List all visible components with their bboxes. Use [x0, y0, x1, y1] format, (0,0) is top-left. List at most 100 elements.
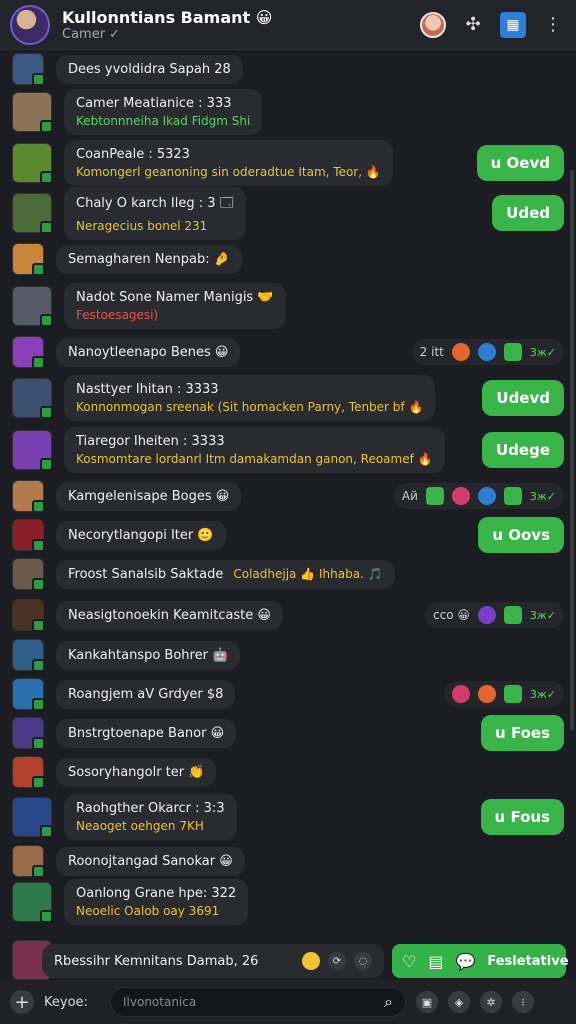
reaction-icon[interactable] — [503, 343, 522, 361]
avatar[interactable] — [12, 243, 45, 276]
avatar[interactable] — [12, 717, 45, 750]
chat-bubble-icon[interactable]: 💬 — [455, 952, 475, 971]
reaction-icon[interactable] — [477, 685, 496, 703]
reply-button[interactable]: u Oevd — [476, 145, 564, 181]
message-row[interactable]: Nanoytleenapo Benes 😀 2 itt 3ж✓ — [0, 332, 576, 372]
message-row[interactable]: Sosoryhangolr ter 👏 — [0, 752, 576, 792]
message-row[interactable]: Camer Meatianice : 333 Kebtonnneiha Ikad … — [0, 86, 576, 138]
message-row[interactable]: Tiaregor Iheiten : 3333 Kosmomtare lordan… — [0, 424, 576, 476]
message-row[interactable]: Oanlong Grane hpe: 322 Neoelic Oalob oay … — [0, 879, 576, 925]
reaction-icon[interactable] — [451, 685, 470, 703]
reaction-bar[interactable]: cco 😀 3ж✓ — [425, 602, 564, 628]
reply-button[interactable]: u Foes — [481, 715, 564, 751]
more-icon[interactable]: ⁝ — [512, 991, 534, 1013]
reply-button[interactable]: Udevd — [482, 380, 564, 416]
puzzle-icon[interactable]: ✣ — [460, 12, 486, 38]
reply-button[interactable]: Udege — [481, 432, 564, 468]
message-row[interactable]: Roonojtangad Sanokar 😀 — [0, 842, 576, 880]
message-row[interactable]: Kankahtanspo Bohrer 🤖 — [0, 636, 576, 674]
reaction-icon[interactable] — [477, 487, 496, 505]
shield-icon[interactable]: ◈ — [448, 991, 470, 1013]
reaction-icon[interactable] — [451, 343, 470, 361]
avatar[interactable] — [12, 519, 45, 552]
status-badge — [40, 314, 53, 327]
avatar[interactable] — [12, 845, 45, 878]
message-row[interactable]: Froost Sanalsib Saktade Coladhejja 👍 Ihha… — [0, 554, 576, 594]
avatar[interactable] — [12, 53, 45, 86]
message-input[interactable] — [123, 995, 353, 1009]
scrollbar[interactable] — [570, 170, 574, 730]
avatar[interactable] — [12, 480, 45, 513]
message-row[interactable]: Dees yvoldidra Sapah 28 — [0, 52, 576, 86]
avatar[interactable] — [12, 286, 53, 327]
message-row[interactable]: Roangjem aV Grdyer $8 3ж✓ — [0, 674, 576, 714]
action-panel[interactable]: ♡ ▤ 💬 Fesletative — [392, 944, 569, 978]
message-row[interactable]: Nadot Sone Namer Manigis 🤝 Festoesagesi) — [0, 280, 576, 332]
status-badge — [32, 737, 45, 750]
message-list[interactable]: Dees yvoldidra Sapah 28 Camer Meatianice … — [0, 52, 576, 942]
profile-picture-icon[interactable] — [420, 11, 446, 38]
message-bubble: Bnstrgtoenape Banor 😀 — [56, 718, 237, 748]
reaction-bar[interactable]: Ай 3ж✓ — [393, 483, 564, 509]
settings-icon[interactable]: ✲ — [480, 991, 502, 1013]
sender-name: Froost Sanalsib Saktade — [68, 566, 224, 582]
reply-button[interactable]: u Fous — [480, 799, 564, 835]
message-row[interactable]: Bnstrgtoenape Banor 😀 u Foes — [0, 714, 576, 752]
sender-name: Nasttyer Ihitan : 3333 — [76, 382, 219, 397]
message-text: Coladhejja 👍 Ihhaba. 🎵 — [233, 567, 383, 581]
reaction-icon[interactable] — [477, 606, 496, 624]
avatar[interactable] — [12, 639, 45, 672]
group-avatar[interactable] — [10, 4, 50, 45]
reply-button[interactable]: u Oovs — [478, 517, 564, 553]
message-bubble: Oanlong Grane hpe: 322 Neoelic Oalob oay … — [64, 879, 249, 925]
emoji-icon[interactable] — [302, 952, 320, 970]
more-vertical-icon[interactable]: ⋮ — [540, 12, 566, 38]
avatar[interactable] — [12, 558, 45, 591]
message-row[interactable]: Semagharen Nenpab: 🤌 — [0, 238, 576, 280]
sender-name: Neasigtonoekin Keamitcaste 😀 — [68, 607, 271, 623]
avatar[interactable] — [12, 678, 45, 711]
message-text: Neaoget oehgen 7KH — [76, 819, 204, 833]
message-row[interactable]: Nasttyer Ihitan : 3333 Konnonmogan sreena… — [0, 372, 576, 424]
app-grid-icon[interactable]: ▦ — [500, 11, 526, 38]
circle-icon[interactable]: ◌ — [354, 952, 372, 970]
reaction-bar[interactable]: 2 itt 3ж✓ — [411, 339, 564, 365]
avatar[interactable] — [12, 143, 53, 184]
avatar[interactable] — [12, 797, 53, 838]
avatar[interactable] — [12, 430, 53, 471]
image-icon[interactable]: ▣ — [416, 991, 438, 1013]
reply-button[interactable]: Uded — [492, 195, 564, 231]
message-bubble: Kamgelenisape Boges 😀 — [56, 481, 242, 511]
avatar[interactable] — [12, 193, 53, 234]
sender-name: Necorytlangopi Iter 🙂 — [68, 527, 214, 543]
reaction-icon[interactable] — [425, 487, 444, 505]
add-icon[interactable]: + — [10, 990, 34, 1014]
status-badge — [32, 539, 45, 552]
message-row[interactable]: CoanPeale : 5323 Komongerl geanoning sin … — [0, 138, 576, 188]
search-icon[interactable]: ⌕ — [384, 992, 393, 1012]
heart-icon[interactable]: ♡ — [402, 952, 416, 971]
message-icon[interactable]: ▤ — [428, 952, 443, 971]
sender-name: Semagharen Nenpab: 🤌 — [68, 251, 230, 267]
message-row[interactable]: Neasigtonoekin Keamitcaste 😀 cco 😀 3ж✓ — [0, 594, 576, 636]
message-row[interactable]: Raohgther Okarcr : 3:3 Neaoget oehgen 7KH… — [0, 792, 576, 842]
message-text: Kosmomtare lordanrl Itm damakamdan ganon… — [76, 452, 433, 466]
avatar[interactable] — [12, 756, 45, 789]
reaction-bar[interactable]: 3ж✓ — [443, 681, 564, 707]
avatar[interactable] — [12, 336, 45, 369]
action-bubble: Rbessihr Kemnitans Damab, 26 ⟳ ◌ — [42, 944, 384, 978]
reaction-icon[interactable] — [503, 685, 522, 703]
avatar[interactable] — [12, 882, 53, 923]
avatar[interactable] — [12, 599, 45, 632]
avatar[interactable] — [12, 378, 53, 419]
reaction-icon[interactable] — [477, 343, 496, 361]
message-row[interactable]: Chaly O karch Ileg : 3 🗔 Neragecius bonel… — [0, 186, 576, 240]
reaction-icon[interactable] — [451, 487, 470, 505]
message-row[interactable]: Kamgelenisape Boges 😀 Ай 3ж✓ — [0, 476, 576, 516]
reaction-icon[interactable] — [503, 606, 522, 624]
refresh-icon[interactable]: ⟳ — [328, 952, 346, 970]
avatar[interactable] — [12, 92, 53, 133]
message-text: Kebtonnneiha Ikad Fidgm Shi — [76, 114, 251, 128]
reaction-icon[interactable] — [503, 487, 522, 505]
message-row[interactable]: Necorytlangopi Iter 🙂 u Oovs — [0, 516, 576, 554]
